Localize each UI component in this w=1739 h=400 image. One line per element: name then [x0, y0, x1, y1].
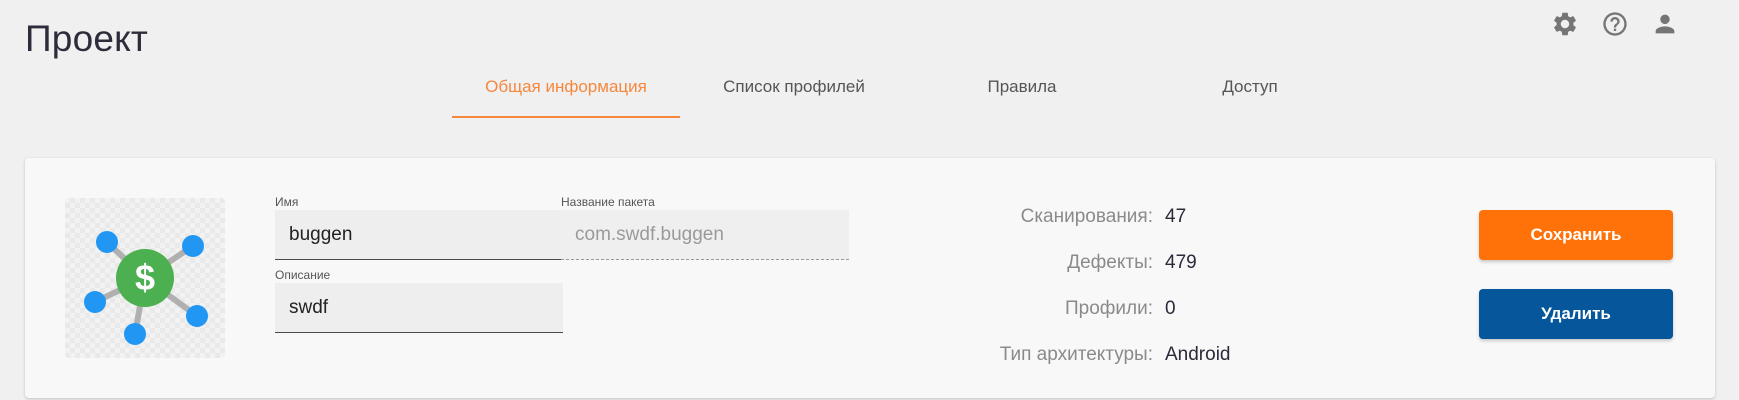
stat-profiles: Профили: 0	[965, 286, 1231, 332]
package-field-group: Название пакета	[561, 195, 849, 260]
tab-bar: Общая информация Список профилей Правила…	[452, 70, 1364, 118]
project-stats: Сканирования: 47 Дефекты: 479 Профили: 0…	[965, 194, 1231, 378]
network-dollar-icon: $	[84, 231, 208, 345]
tab-access[interactable]: Доступ	[1136, 70, 1364, 118]
stat-profiles-value: 0	[1165, 298, 1176, 319]
tab-profile-list[interactable]: Список профилей	[680, 70, 908, 118]
stat-architecture: Тип архитектуры: Android	[965, 332, 1231, 378]
top-toolbar	[1551, 10, 1679, 38]
stat-scans: Сканирования: 47	[965, 194, 1231, 240]
name-field-group: Имя	[275, 195, 563, 260]
stat-profiles-label: Профили:	[1064, 298, 1153, 319]
tab-rules[interactable]: Правила	[908, 70, 1136, 118]
delete-button[interactable]: Удалить	[1479, 289, 1673, 339]
tab-general-info[interactable]: Общая информация	[452, 70, 680, 118]
stat-scans-label: Сканирования:	[1020, 206, 1153, 227]
gear-icon[interactable]	[1551, 10, 1579, 38]
svg-text:$: $	[135, 257, 155, 298]
description-input[interactable]	[275, 283, 563, 333]
project-info-card: $ Имя Описание Название пакета Сканирова…	[25, 158, 1715, 398]
package-input	[561, 210, 849, 260]
name-label: Имя	[275, 195, 299, 209]
name-input[interactable]	[275, 210, 563, 260]
help-icon[interactable]	[1601, 10, 1629, 38]
stat-defects-value: 479	[1165, 252, 1197, 273]
account-icon[interactable]	[1651, 10, 1679, 38]
package-label: Название пакета	[561, 195, 655, 209]
stat-defects: Дефекты: 479	[965, 240, 1231, 286]
description-label: Описание	[275, 268, 331, 282]
stat-scans-value: 47	[1165, 206, 1187, 227]
save-button[interactable]: Сохранить	[1479, 210, 1673, 260]
description-field-group: Описание	[275, 268, 563, 333]
page-title: Проект	[25, 18, 149, 59]
project-logo[interactable]: $	[65, 198, 225, 358]
stat-defects-label: Дефекты:	[1067, 252, 1153, 273]
project-page: Проект Общая информация Список профилей …	[0, 0, 1739, 400]
stat-architecture-value: Android	[1165, 344, 1231, 365]
stat-architecture-label: Тип архитектуры:	[999, 344, 1153, 365]
